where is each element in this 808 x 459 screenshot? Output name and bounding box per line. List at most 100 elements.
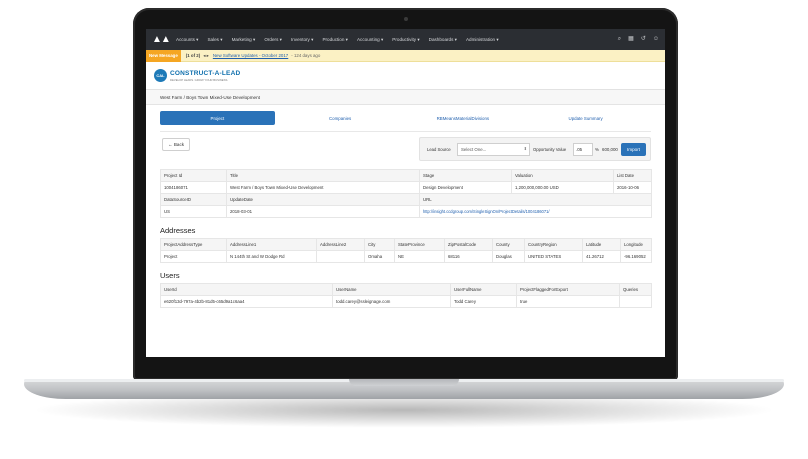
table-cell: 2018-03-01 (226, 205, 420, 218)
lead-source-value: Select One... (461, 147, 487, 152)
table-cell: true (516, 295, 620, 308)
table-cell: DataSourceID (160, 193, 227, 206)
history-icon[interactable]: ↺ (641, 35, 646, 43)
import-button[interactable]: Import (621, 143, 646, 156)
brand-logo-icon[interactable]: CAL (154, 69, 167, 82)
table-row: e620f13d-797a-4b2b-81d5-c65d9a1c6aa4 tod… (160, 295, 652, 308)
menu-administration[interactable]: Administration ▾ (466, 37, 499, 43)
table-cell: N 144th St and W Dodge Rd (226, 250, 317, 263)
top-nav: ▲▲ Accounts ▾ Sales ▾ Marketing ▾ Orders… (146, 29, 665, 50)
banner-link[interactable]: New Software Updates - October 2017 (213, 53, 288, 58)
toolbar: ← Back Lead Source Select One... ⬍ Oppor… (160, 131, 651, 167)
table-cell: 2016-10-06 (613, 181, 652, 194)
table-cell: URL (419, 193, 652, 206)
app-logo-icon[interactable]: ▲▲ (152, 34, 172, 45)
table-header-row: ProjectAddressType AddressLine1 AddressL… (160, 238, 652, 251)
brand-name: CONSTRUCT-A-LEAD (170, 69, 241, 77)
table-cell: 68116 (444, 250, 493, 263)
column-header: ZipPostalCode (444, 238, 493, 251)
table-cell: e620f13d-797a-4b2b-81d5-c65d9a1c6aa4 (160, 295, 333, 308)
table-cell: List Date (613, 169, 652, 182)
menu-dashboards[interactable]: Dashboards ▾ (429, 37, 457, 43)
nav-icon-group: ⌕ ▦ ↺ ☺ (618, 35, 659, 43)
column-header: CountryRegion (524, 238, 583, 251)
menu-sales[interactable]: Sales ▾ (207, 37, 222, 43)
table-cell: Project Id (160, 169, 227, 182)
table-cell (316, 250, 365, 263)
select-caret-icon: ⬍ (523, 146, 527, 151)
table-cell (619, 295, 652, 308)
tab-companies[interactable]: Companies (283, 111, 398, 125)
table-cell: Title (226, 169, 420, 182)
column-header: AddressLine2 (316, 238, 365, 251)
table-row: US 2018-03-01 http://insight.ccdgroup.co… (160, 205, 652, 218)
opportunity-value-label: Opportunity Value (533, 147, 567, 152)
banner-count: (1 of 2) (185, 53, 201, 58)
table-cell: 41.26712 (582, 250, 621, 263)
table-cell: Design Development (419, 181, 512, 194)
user-icon[interactable]: ☺ (653, 35, 659, 43)
tab-update-summary[interactable]: Update Summary (528, 111, 643, 125)
brand-text: CONSTRUCT-A-LEAD DEVELOP LEADS. GROW YOU… (170, 70, 240, 82)
menu-production[interactable]: Production ▾ (322, 37, 348, 43)
table-cell: Todd Carey (450, 295, 517, 308)
column-header: AddressLine1 (226, 238, 317, 251)
column-header: Latitude (582, 238, 621, 251)
addresses-title: Addresses (160, 226, 196, 235)
banner-age: - 124 days ago (291, 53, 321, 58)
column-header: UserFullName (450, 283, 517, 296)
banner-tag: New Message (146, 49, 181, 62)
table-row: 1004186071 West Farm / Boys Town Mixed-U… (160, 181, 652, 194)
calendar-icon[interactable]: ▦ (628, 35, 634, 43)
table-header-row: UserId UserName UserFullName ProjectFlag… (160, 283, 652, 296)
table-row: Project Id Title Stage Valuation List Da… (160, 169, 652, 182)
menu-accounting[interactable]: Accounting ▾ (357, 37, 383, 43)
table-cell: NE (394, 250, 445, 263)
project-url-cell: http://insight.ccdgroup.com/SingleSignOn… (419, 205, 652, 218)
column-header: UserId (160, 283, 333, 296)
tab-project[interactable]: Project (160, 111, 275, 125)
table-row: Project N 144th St and W Dodge Rd Omaha … (160, 250, 652, 263)
table-cell: UNITED STATES (524, 250, 583, 263)
column-header: ProjectAddressType (160, 238, 227, 251)
brand-tagline: DEVELOP LEADS. GROW YOUR BUSINESS. (170, 77, 229, 82)
back-button[interactable]: ← Back (162, 138, 191, 151)
column-header: County (492, 238, 525, 251)
column-header: City (364, 238, 395, 251)
project-info-table: Project Id Title Stage Valuation List Da… (160, 169, 652, 218)
addresses-table: ProjectAddressType AddressLine1 AddressL… (160, 238, 652, 263)
table-cell: todd.carey@ssleignage.com (332, 295, 451, 308)
table-cell: Omaha (364, 250, 395, 263)
table-row: DataSourceID UpdateDate URL (160, 193, 652, 206)
lead-source-label: Lead Source (427, 147, 451, 152)
opportunity-value-input[interactable]: .05 (573, 143, 593, 156)
table-cell: -96.169052 (620, 250, 652, 263)
menu-productivity[interactable]: Productivity ▾ (392, 37, 419, 43)
banner-nav-arrows[interactable]: ◂ ▸ (203, 53, 209, 59)
lead-import-panel: Lead Source Select One... ⬍ Opportunity … (419, 137, 651, 161)
opportunity-amount: 600,000 (602, 147, 618, 152)
column-header: StateProvince (394, 238, 445, 251)
table-cell: UpdateDate (226, 193, 420, 206)
brand-bar: CAL CONSTRUCT-A-LEAD DEVELOP LEADS. GROW… (146, 62, 665, 90)
menu-inventory[interactable]: Inventory ▾ (291, 37, 313, 43)
main-menu: Accounts ▾ Sales ▾ Marketing ▾ Orders ▾ … (176, 37, 508, 43)
users-table: UserId UserName UserFullName ProjectFlag… (160, 283, 652, 308)
project-url-link[interactable]: http://insight.ccdgroup.com/SingleSignOn… (423, 209, 550, 214)
table-cell: Valuation (511, 169, 614, 182)
table-cell: West Farm / Boys Town Mixed-Use Developm… (226, 181, 420, 194)
message-banner: New Message (1 of 2) ◂ ▸ New Software Up… (146, 49, 665, 62)
app-screen: ▲▲ Accounts ▾ Sales ▾ Marketing ▾ Orders… (146, 29, 665, 357)
camera-icon (404, 17, 408, 21)
users-title: Users (160, 271, 180, 280)
menu-accounts[interactable]: Accounts ▾ (176, 37, 198, 43)
table-cell: Project (160, 250, 227, 263)
percent-sign: % (595, 147, 599, 152)
search-icon[interactable]: ⌕ (618, 35, 621, 43)
column-header: Queries (619, 283, 652, 296)
tab-rbmeans-material-divisions[interactable]: RBMeansMaterialDivisions (406, 111, 521, 125)
table-cell: US (160, 205, 227, 218)
lead-source-select[interactable]: Select One... ⬍ (457, 143, 530, 156)
menu-marketing[interactable]: Marketing ▾ (232, 37, 256, 43)
menu-orders[interactable]: Orders ▾ (264, 37, 282, 43)
